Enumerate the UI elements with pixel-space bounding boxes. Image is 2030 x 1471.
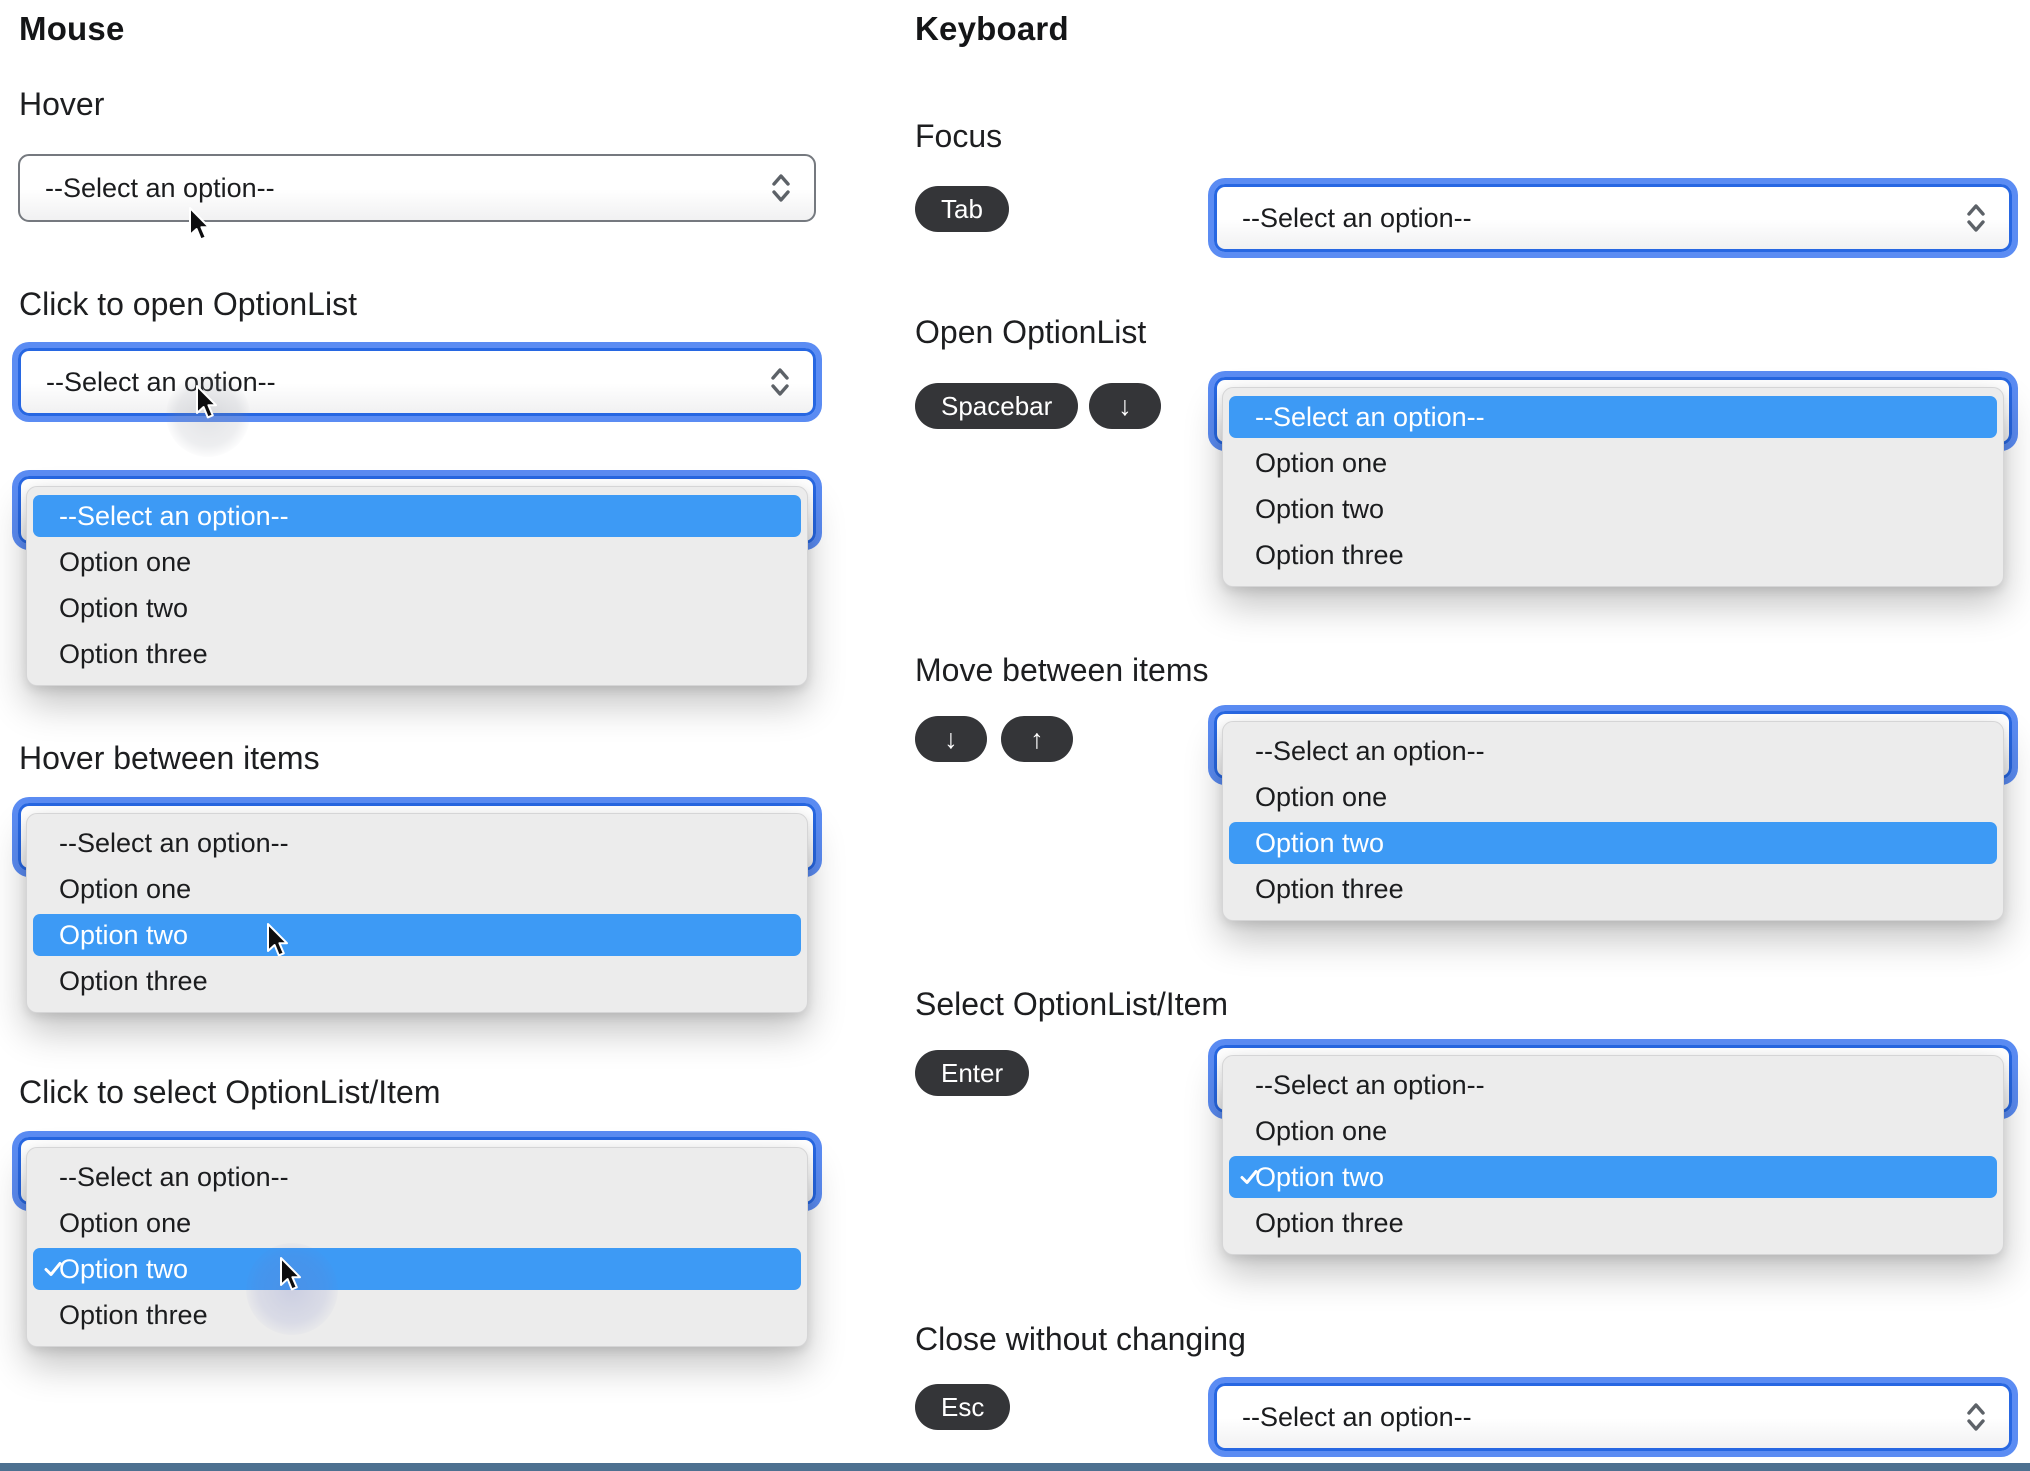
mouse-cursor-icon	[267, 923, 288, 957]
click-to-select-optionlist: --Select an option-- Option one Option t…	[26, 1147, 808, 1347]
key-badge-arrow-down: ↓	[915, 716, 987, 762]
key-badge-esc: Esc	[915, 1384, 1011, 1430]
option-item-select-placeholder[interactable]: --Select an option--	[27, 1154, 807, 1200]
checkmark-icon	[1240, 1170, 1258, 1184]
option-item-option-three[interactable]: Option three	[27, 1292, 807, 1338]
move-items-listbox: --Select an option-- Option one Option t…	[1222, 721, 2004, 921]
optionlist-interaction-demo: Mouse Hover --Select an option-- Click t…	[0, 0, 2030, 1471]
mouse-cursor-icon	[189, 207, 210, 241]
option-item-option-three[interactable]: Option three	[1223, 1200, 2003, 1246]
option-item-option-two[interactable]: Option two	[1223, 486, 2003, 532]
key-badge-arrow-down: ↓	[1089, 383, 1161, 429]
key-badge-spacebar: Spacebar	[915, 383, 1079, 429]
move-between-items-label: Move between items	[915, 652, 1209, 688]
click-to-select-label: Click to select OptionList/Item	[19, 1074, 441, 1110]
option-item-option-one[interactable]: Option one	[27, 1200, 807, 1246]
option-item-option-one[interactable]: Option one	[1223, 1108, 2003, 1154]
select-optionlist-item-label: Select OptionList/Item	[915, 986, 1229, 1022]
bottom-section-divider	[0, 1463, 2030, 1471]
option-item-option-three[interactable]: Option three	[27, 958, 807, 1004]
keyboard-heading: Keyboard	[915, 10, 1069, 47]
key-badge-enter: Enter	[915, 1050, 1030, 1096]
hover-select-value: --Select an option--	[45, 172, 275, 203]
checkmark-icon	[44, 1262, 62, 1276]
close-select[interactable]: --Select an option--	[1214, 1383, 2012, 1451]
option-item-option-one[interactable]: Option one	[1223, 774, 2003, 820]
option-item-option-two-selected[interactable]: Option two	[1229, 1156, 1997, 1198]
focus-select[interactable]: --Select an option--	[1214, 184, 2012, 252]
hover-label: Hover	[19, 86, 105, 122]
option-item-select-placeholder[interactable]: --Select an option--	[1223, 728, 2003, 774]
key-badge-tab: Tab	[915, 186, 1009, 232]
hover-items-optionlist: --Select an option-- Option one Option t…	[26, 813, 808, 1013]
select-item-listbox: --Select an option-- Option one Option t…	[1222, 1055, 2004, 1255]
chevron-up-down-icon	[1967, 204, 1985, 232]
hover-between-items-label: Hover between items	[19, 740, 320, 776]
chevron-up-down-icon	[1967, 1403, 1985, 1431]
option-item-option-two-hovered[interactable]: Option two	[33, 914, 801, 956]
option-item-option-one[interactable]: Option one	[27, 539, 807, 585]
option-item-select-placeholder[interactable]: --Select an option--	[1229, 396, 1997, 438]
mouse-cursor-icon	[196, 385, 217, 419]
option-item-option-three[interactable]: Option three	[1223, 866, 2003, 912]
open-optionlist-listbox: --Select an option-- Option one Option t…	[1222, 387, 2004, 587]
option-item-select-placeholder[interactable]: --Select an option--	[27, 820, 807, 866]
option-item-select-placeholder[interactable]: --Select an option--	[1223, 1062, 2003, 1108]
option-item-option-one[interactable]: Option one	[27, 866, 807, 912]
close-select-value: --Select an option--	[1242, 1401, 1472, 1432]
mouse-cursor-icon	[280, 1257, 301, 1291]
mouse-heading: Mouse	[19, 10, 125, 47]
chevron-up-down-icon	[771, 368, 789, 396]
chevron-up-down-icon	[772, 174, 790, 202]
option-item-select-placeholder[interactable]: --Select an option--	[33, 495, 801, 537]
click-to-open-label: Click to open OptionList	[19, 286, 357, 322]
click-to-open-select[interactable]: --Select an option--	[18, 348, 816, 416]
option-item-option-two[interactable]: Option two	[27, 585, 807, 631]
option-item-option-two-active[interactable]: Option two	[1229, 822, 1997, 864]
focus-label: Focus	[915, 118, 1003, 154]
hover-select[interactable]: --Select an option--	[18, 154, 816, 222]
click-to-open-optionlist: --Select an option-- Option one Option t…	[26, 486, 808, 686]
close-without-changing-label: Close without changing	[915, 1321, 1246, 1357]
option-item-option-two-selected[interactable]: Option two	[33, 1248, 801, 1290]
option-item-option-three[interactable]: Option three	[27, 631, 807, 677]
open-optionlist-label: Open OptionList	[915, 314, 1147, 350]
option-item-option-one[interactable]: Option one	[1223, 440, 2003, 486]
option-item-option-three[interactable]: Option three	[1223, 532, 2003, 578]
key-badge-arrow-up: ↑	[1001, 716, 1073, 762]
focus-select-value: --Select an option--	[1242, 202, 1472, 233]
